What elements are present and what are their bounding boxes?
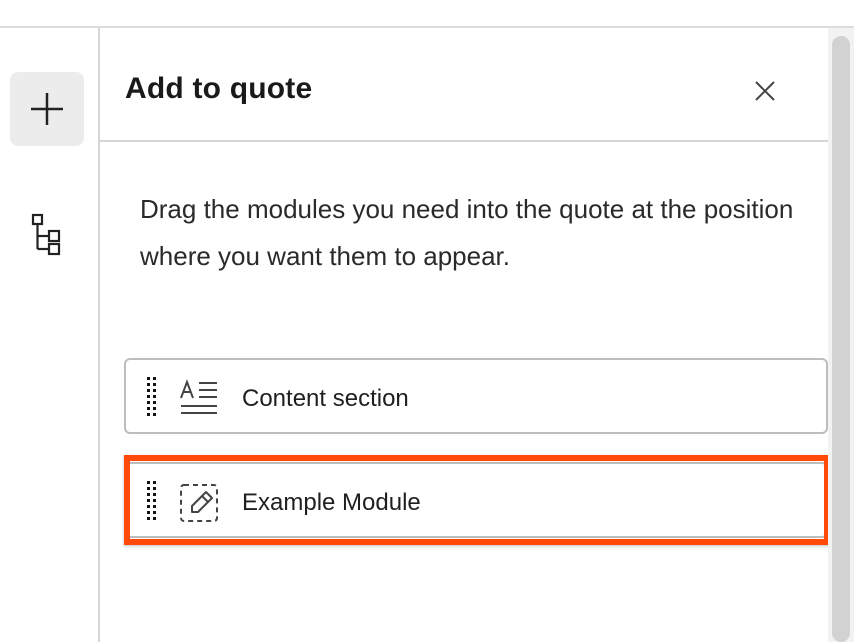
drag-handle-icon[interactable] xyxy=(146,376,158,418)
module-example-module[interactable]: Example Module xyxy=(124,462,828,538)
add-to-quote-panel: Add to quote Drag the modules you need i… xyxy=(100,28,828,642)
module-edit-icon xyxy=(180,484,218,522)
add-button[interactable] xyxy=(10,72,84,146)
tree-structure-icon[interactable] xyxy=(30,212,66,256)
text-align-icon xyxy=(180,379,217,414)
panel-header: Add to quote xyxy=(100,28,828,142)
close-icon[interactable] xyxy=(750,76,780,106)
instructions-text: Drag the modules you need into the quote… xyxy=(140,194,794,271)
module-label: Content section xyxy=(242,385,409,412)
drag-handle-icon[interactable] xyxy=(146,480,158,522)
module-label: Example Module xyxy=(242,489,421,516)
module-content-section[interactable]: Content section xyxy=(124,358,828,434)
plus-icon xyxy=(31,93,63,125)
scrollbar-thumb[interactable] xyxy=(832,36,850,642)
panel-title: Add to quote xyxy=(125,72,313,105)
left-rail xyxy=(0,28,98,642)
